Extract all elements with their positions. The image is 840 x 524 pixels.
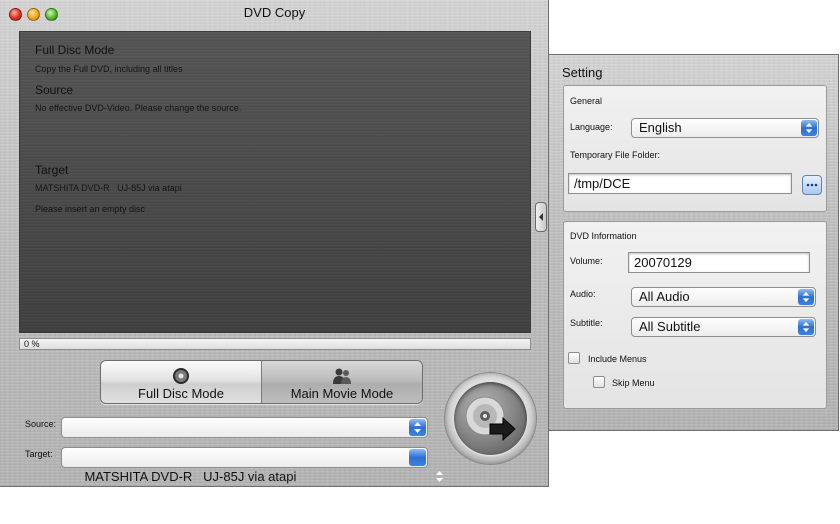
target-label: Target: [25,449,53,459]
include-menus-label: Include Menus [588,354,647,364]
language-select[interactable]: English [631,118,819,138]
main-movie-mode-button[interactable]: Main Movie Mode [262,361,422,403]
main-movie-mode-label: Main Movie Mode [290,386,394,401]
updown-arrows-icon [409,449,443,482]
settings-drawer: Setting General Language: English Tempor… [549,54,839,431]
subtitle-select[interactable]: All Subtitle [631,317,816,337]
copy-button-face [454,382,527,455]
audio-select[interactable]: All Audio [631,287,816,307]
window-title: DVD Copy [243,5,306,20]
full-disc-mode-button[interactable]: Full Disc Mode [101,361,262,403]
progress-label: 0 % [24,339,40,349]
title-bar[interactable]: DVD Copy [0,0,549,24]
subtitle-label: Subtitle: [570,318,603,328]
source-heading: Source [35,83,74,97]
browse-button[interactable] [802,175,822,195]
target-heading: Target [35,163,69,177]
audio-label: Audio: [570,289,596,299]
updown-arrows-icon [409,419,426,436]
drawer-toggle-button[interactable] [535,202,547,232]
subtitle-select-value: All Subtitle [639,319,701,334]
updown-arrows-icon [798,289,814,305]
ellipsis-icon [806,183,818,187]
disc-arrow-icon [465,396,516,442]
temp-folder-field[interactable]: /tmp/DCE [568,173,792,194]
target-select[interactable]: MATSHITA DVD-R UJ-85J via atapi [61,447,443,484]
settings-title: Setting [562,65,603,80]
source-description: No effective DVD-Video. Please change th… [35,103,242,113]
include-menus-checkbox[interactable] [568,352,580,364]
status-panel: Full Disc Mode Copy the Full DVD, includ… [19,31,531,333]
dvd-info-heading: DVD Information [570,231,637,241]
general-group: General Language: English Temporary File… [563,85,827,212]
mode-description: Copy the Full DVD, including all titles [35,64,183,74]
target-description: Please insert an empty disc [35,204,146,214]
main-window: DVD Copy Full Disc Mode Copy the Full DV… [0,0,549,487]
skip-menu-checkbox[interactable] [593,376,605,388]
language-select-value: English [639,120,682,135]
full-disc-mode-label: Full Disc Mode [138,386,224,401]
skip-menu-label: Skip Menu [612,378,655,388]
updown-arrows-icon [801,120,817,136]
audio-select-value: All Audio [639,289,690,304]
triangle-left-icon [539,213,543,221]
general-heading: General [570,96,603,106]
volume-label: Volume: [570,256,603,266]
volume-field[interactable]: 20070129 [628,252,810,273]
people-icon [333,368,351,384]
disc-icon [173,368,189,384]
updown-arrows-icon [798,319,814,335]
temp-folder-label: Temporary File Folder: [570,150,661,160]
copy-start-button[interactable] [444,372,537,465]
mode-selector: Full Disc Mode Main Movie Mode [100,360,423,404]
dvd-information-group: DVD Information Volume: 20070129 Audio: … [563,221,827,409]
source-label: Source: [25,419,57,429]
target-select-value: MATSHITA DVD-R UJ-85J via atapi [84,469,297,484]
source-select[interactable] [61,417,428,438]
progress-bar: 0 % [19,338,531,350]
mode-heading: Full Disc Mode [35,43,115,57]
target-drive: MATSHITA DVD-R UJ-85J via atapi [35,183,182,193]
language-label: Language: [570,122,613,132]
